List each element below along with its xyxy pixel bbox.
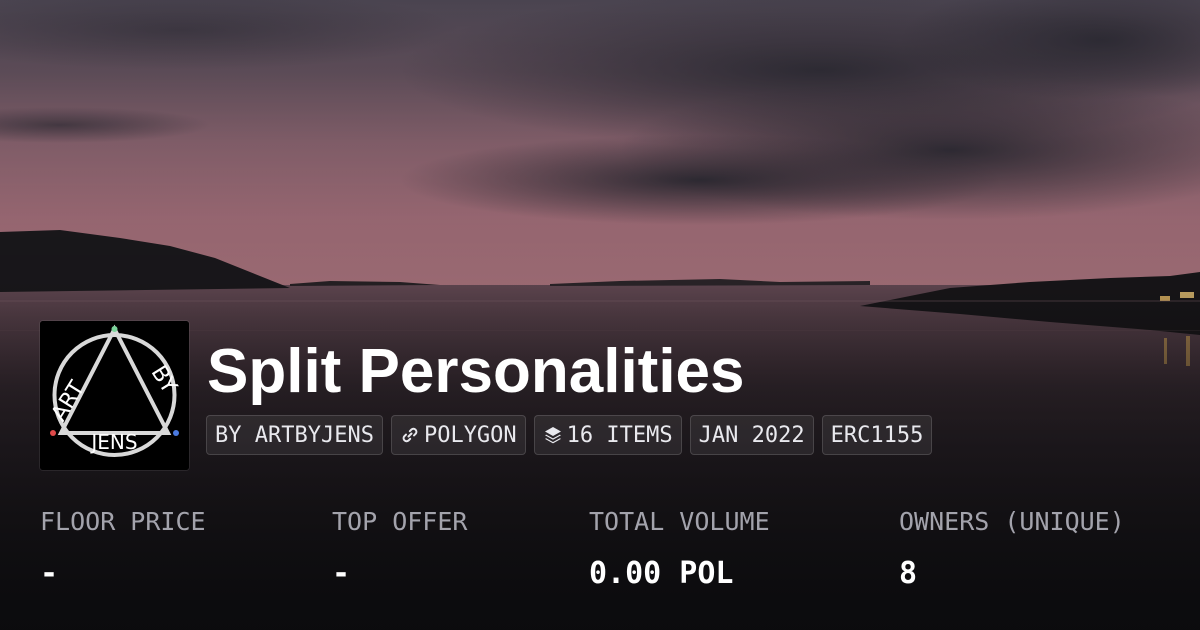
stat-label: FLOOR PRICE — [40, 507, 206, 536]
chain-badge[interactable]: POLYGON — [390, 415, 526, 455]
stat-value: - — [332, 556, 351, 591]
chain-badge-label: POLYGON — [423, 422, 517, 448]
collection-avatar[interactable]: ART BY JENS — [40, 321, 189, 470]
stat-total-volume: TOTAL VOLUME 0.00 POL — [589, 506, 770, 592]
items-badge-label: 16 ITEMS — [566, 422, 673, 448]
stat-value: 0.00 POL — [589, 556, 734, 591]
layers-icon — [543, 425, 563, 445]
token-standard-badge: ERC1155 — [821, 415, 933, 455]
chain-link-icon — [400, 425, 420, 445]
created-date-label: JAN 2022 — [698, 422, 805, 448]
created-date-badge: JAN 2022 — [689, 415, 814, 455]
stat-label: TOTAL VOLUME — [589, 507, 770, 536]
stat-value: 8 — [899, 556, 918, 591]
creator-badge-label: BY ARTBYJENS — [215, 422, 374, 448]
stat-top-offer: TOP OFFER - — [332, 506, 467, 592]
collection-badges: BY ARTBYJENS POLYGON 16 ITEMS JAN 2022 E… — [206, 415, 933, 455]
stat-floor-price: FLOOR PRICE - — [40, 506, 206, 592]
stat-value: - — [40, 556, 59, 591]
token-standard-label: ERC1155 — [830, 422, 924, 448]
collection-title: Split Personalities — [207, 337, 745, 406]
items-badge: 16 ITEMS — [533, 415, 682, 455]
creator-badge[interactable]: BY ARTBYJENS — [206, 415, 383, 455]
stat-label: TOP OFFER — [332, 507, 468, 536]
stat-label: OWNERS (UNIQUE) — [899, 507, 1125, 536]
stat-owners: OWNERS (UNIQUE) 8 — [899, 506, 1125, 592]
avatar-jens-text: JENS — [89, 430, 137, 454]
